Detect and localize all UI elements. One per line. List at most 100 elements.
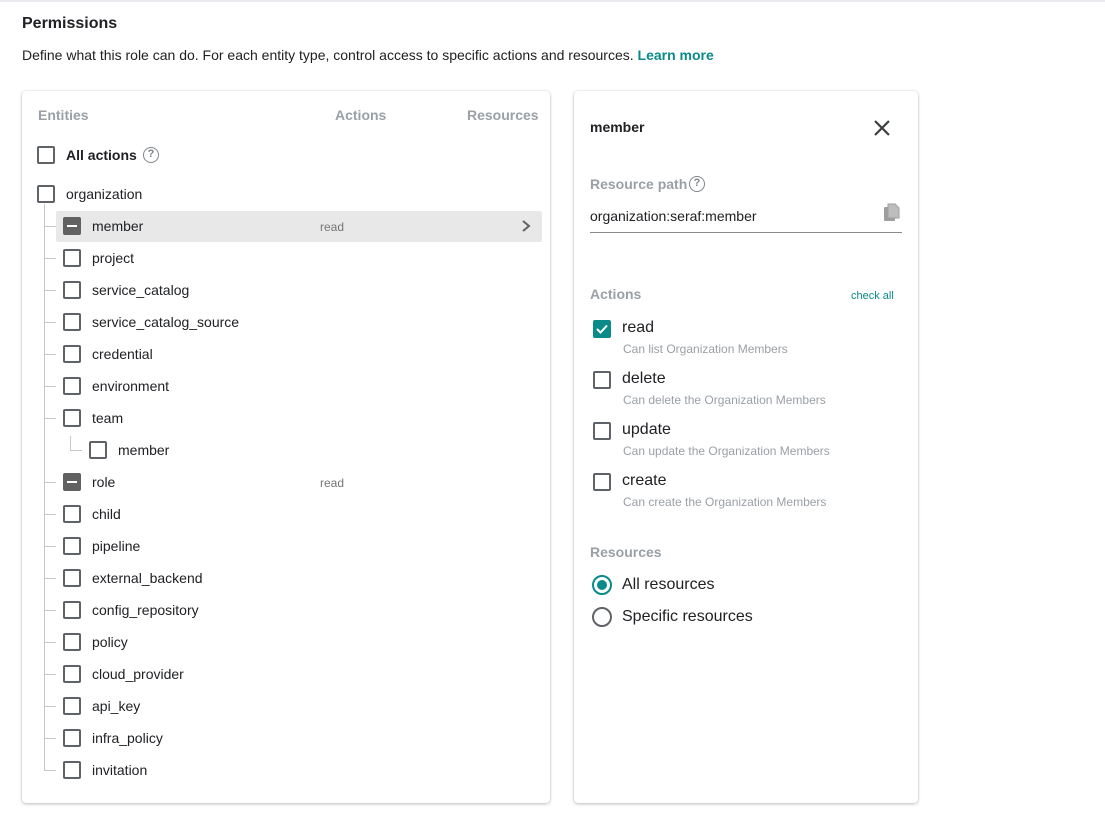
action-delete-description: Can delete the Organization Members <box>623 393 826 407</box>
tree-branch <box>44 290 56 291</box>
tree-branch <box>44 514 56 515</box>
entity-label-team-member[interactable]: member <box>118 442 169 458</box>
organization-checkbox[interactable] <box>37 185 55 203</box>
service-catalog-checkbox[interactable] <box>63 281 81 299</box>
close-icon[interactable] <box>872 118 892 138</box>
page-title: Permissions <box>22 15 118 32</box>
detail-title: member <box>590 119 645 135</box>
cloud-provider-checkbox[interactable] <box>63 665 81 683</box>
tree-branch <box>44 770 56 771</box>
api-key-checkbox[interactable] <box>63 697 81 715</box>
role-actions-tag: read <box>320 476 345 490</box>
team-checkbox[interactable] <box>63 409 81 427</box>
top-divider <box>0 0 1105 2</box>
description-text: Define what this role can do. For each e… <box>22 47 634 63</box>
tree-branch <box>44 610 56 611</box>
tree-branch <box>44 258 56 259</box>
action-update-description: Can update the Organization Members <box>623 444 830 458</box>
action-create-checkbox[interactable] <box>593 473 611 491</box>
tree-branch <box>44 578 56 579</box>
entity-label-child[interactable]: child <box>92 506 121 522</box>
config-repository-checkbox[interactable] <box>63 601 81 619</box>
project-checkbox[interactable] <box>63 249 81 267</box>
action-delete-checkbox[interactable] <box>593 371 611 389</box>
tree-branch <box>44 706 56 707</box>
entity-label-environment[interactable]: environment <box>92 378 169 394</box>
all-actions-checkbox[interactable] <box>37 146 55 164</box>
member-checkbox[interactable] <box>63 217 81 235</box>
learn-more-link[interactable]: Learn more <box>638 47 714 63</box>
entity-label-service-catalog-source[interactable]: service_catalog_source <box>92 314 239 330</box>
team-member-checkbox[interactable] <box>89 441 107 459</box>
entity-label-infra-policy[interactable]: infra_policy <box>92 730 163 746</box>
action-read-description: Can list Organization Members <box>623 342 788 356</box>
all-resources-radio[interactable] <box>592 575 612 595</box>
entity-label-project[interactable]: project <box>92 250 134 266</box>
help-circle-icon[interactable]: ? <box>689 176 705 192</box>
actions-label: Actions <box>590 286 642 302</box>
organization-label: organization <box>66 186 143 202</box>
action-read-name[interactable]: read <box>622 319 654 337</box>
entity-label-api-key[interactable]: api_key <box>92 698 140 714</box>
tree-branch <box>44 418 56 419</box>
external-backend-checkbox[interactable] <box>63 569 81 587</box>
chevron-right-icon[interactable] <box>520 219 532 233</box>
service-catalog-source-checkbox[interactable] <box>63 313 81 331</box>
tree-branch <box>44 226 56 227</box>
specific-resources-label[interactable]: Specific resources <box>622 608 753 626</box>
tree-branch <box>44 642 56 643</box>
action-create-description: Can create the Organization Members <box>623 495 827 509</box>
invitation-checkbox[interactable] <box>63 761 81 779</box>
action-delete-name[interactable]: delete <box>622 370 666 388</box>
resources-label: Resources <box>590 544 662 560</box>
member-actions-tag: read <box>320 220 345 234</box>
entity-label-role[interactable]: role <box>92 474 115 490</box>
child-checkbox[interactable] <box>63 505 81 523</box>
col-header-resources: Resources <box>467 107 539 123</box>
tree-branch <box>44 674 56 675</box>
entity-label-config-repository[interactable]: config_repository <box>92 602 199 618</box>
action-update-name[interactable]: update <box>622 421 671 439</box>
page-description: Define what this role can do. For each e… <box>22 47 714 63</box>
tree-branch <box>44 322 56 323</box>
checkmark-icon <box>596 324 608 334</box>
infra-policy-checkbox[interactable] <box>63 729 81 747</box>
all-resources-label[interactable]: All resources <box>622 576 714 594</box>
tree-branch <box>44 482 56 483</box>
tree-line-team <box>70 436 71 450</box>
action-create-name[interactable]: create <box>622 472 666 490</box>
check-all-link[interactable]: check all <box>851 290 894 302</box>
resource-path-value[interactable]: organization:seraf:member <box>590 208 757 224</box>
entity-detail-card: member Resource path ? organization:sera… <box>574 91 918 803</box>
help-circle-icon[interactable]: ? <box>143 147 159 163</box>
entity-label-policy[interactable]: policy <box>92 634 128 650</box>
environment-checkbox[interactable] <box>63 377 81 395</box>
col-header-entities: Entities <box>38 107 89 123</box>
col-header-actions: Actions <box>335 107 387 123</box>
copy-icon[interactable] <box>883 203 901 223</box>
tree-branch <box>70 450 82 451</box>
credential-checkbox[interactable] <box>63 345 81 363</box>
action-read-checkbox[interactable] <box>593 320 611 338</box>
entity-label-service-catalog[interactable]: service_catalog <box>92 282 189 298</box>
tree-branch <box>44 354 56 355</box>
entity-label-member[interactable]: member <box>92 218 143 234</box>
tree-branch <box>44 546 56 547</box>
resource-path-label: Resource path <box>590 176 688 192</box>
tree-branch <box>44 738 56 739</box>
entity-label-external-backend[interactable]: external_backend <box>92 570 203 586</box>
role-checkbox[interactable] <box>63 473 81 491</box>
entity-label-invitation[interactable]: invitation <box>92 762 147 778</box>
resource-path-underline <box>590 232 902 233</box>
entity-label-pipeline[interactable]: pipeline <box>92 538 140 554</box>
entity-label-team[interactable]: team <box>92 410 123 426</box>
entity-label-credential[interactable]: credential <box>92 346 153 362</box>
policy-checkbox[interactable] <box>63 633 81 651</box>
entities-card: Entities Actions Resources All actions ?… <box>22 91 550 803</box>
entity-label-cloud-provider[interactable]: cloud_provider <box>92 666 184 682</box>
pipeline-checkbox[interactable] <box>63 537 81 555</box>
all-actions-label: All actions <box>66 147 137 163</box>
specific-resources-radio[interactable] <box>592 607 612 627</box>
tree-branch <box>44 386 56 387</box>
action-update-checkbox[interactable] <box>593 422 611 440</box>
